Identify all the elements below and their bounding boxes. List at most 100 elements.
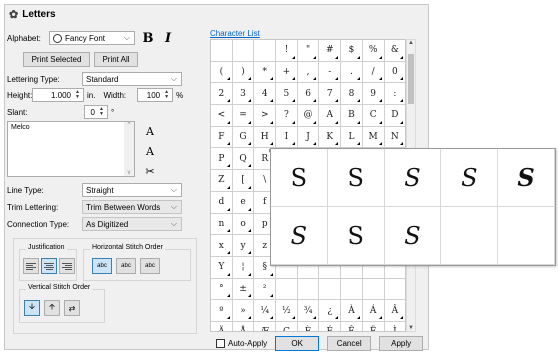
character-cell[interactable]: "	[297, 40, 320, 62]
stitch-center-out-button[interactable]: abc	[140, 258, 160, 274]
scrollbar-thumb[interactable]	[408, 54, 414, 104]
bold-button[interactable]: B	[139, 30, 157, 46]
character-cell[interactable]: 3	[232, 83, 255, 106]
character-list-link[interactable]: Character List	[210, 29, 260, 38]
character-cell[interactable]: d	[211, 191, 233, 214]
character-cell[interactable]: !	[276, 40, 298, 62]
character-cell[interactable]: F	[211, 126, 233, 149]
auto-apply-checkbox[interactable]: Auto-Apply	[216, 338, 267, 348]
character-cell[interactable]: À	[341, 300, 363, 322]
print-selected-button[interactable]: Print Selected	[23, 52, 90, 67]
character-cell[interactable]: ?	[276, 105, 298, 127]
text-scrollbar[interactable]: ^ v	[124, 122, 134, 176]
apply-button[interactable]: Apply	[379, 335, 424, 351]
character-cell[interactable]: É	[319, 321, 342, 331]
character-cell[interactable]: [	[232, 170, 255, 192]
ok-button[interactable]: OK	[275, 335, 320, 351]
character-cell[interactable]: Å	[233, 321, 255, 331]
character-cell[interactable]	[276, 278, 298, 301]
glyph-variant[interactable]: S	[384, 149, 442, 207]
character-cell[interactable]: @	[297, 105, 320, 127]
stitch-swap-button[interactable]: ⇄	[64, 300, 80, 316]
character-cell[interactable]: <	[211, 105, 233, 127]
character-cell[interactable]: o	[232, 213, 255, 236]
glyph-variant[interactable]: S	[441, 149, 499, 207]
glyph-variant[interactable]: S	[271, 149, 328, 207]
character-cell[interactable]	[341, 278, 363, 301]
italic-button[interactable]: I	[159, 30, 177, 46]
character-cell[interactable]: K	[319, 126, 342, 149]
character-cell[interactable]: ²	[254, 278, 277, 301]
character-cell[interactable]: 6	[297, 83, 320, 106]
character-cell[interactable]: Y	[211, 256, 233, 279]
spin-arrows-icon[interactable]: ▲ ▼	[162, 90, 171, 100]
character-cell[interactable]: Ë	[363, 321, 385, 331]
character-cell[interactable]: »	[232, 300, 255, 322]
character-cell[interactable]: +	[276, 61, 298, 84]
character-cell[interactable]: ½	[276, 300, 298, 322]
character-cell[interactable]: Á	[362, 300, 385, 322]
character-cell[interactable]: L	[341, 126, 363, 149]
stitch-right-to-left-button[interactable]: abc	[116, 258, 136, 274]
character-cell[interactable]: x	[211, 235, 233, 257]
glyph-variant[interactable]: S	[327, 207, 385, 265]
character-cell[interactable]: 4	[254, 83, 277, 106]
character-cell[interactable]: Ä	[211, 321, 233, 331]
character-cell[interactable]: N	[384, 127, 405, 149]
character-cell[interactable]: ¿	[319, 300, 342, 322]
character-cell[interactable]: Q	[232, 148, 255, 171]
character-cell[interactable]: 2	[211, 83, 233, 106]
character-cell[interactable]: È	[298, 321, 320, 331]
character-cell[interactable]: 7	[319, 83, 342, 106]
character-cell[interactable]: .	[341, 61, 363, 84]
character-cell[interactable]	[319, 278, 342, 301]
character-cell[interactable]: )	[232, 61, 255, 84]
character-cell[interactable]: ¼	[254, 300, 277, 322]
character-cell[interactable]: A	[319, 105, 342, 127]
stitch-left-to-right-button[interactable]: abc	[92, 258, 112, 274]
character-cell[interactable]: 8	[341, 83, 363, 106]
character-cell[interactable]: ¦	[232, 256, 255, 279]
character-cell[interactable]: H	[254, 126, 277, 149]
character-cell[interactable]: C	[362, 105, 385, 127]
character-cell[interactable]: ¾	[297, 300, 320, 322]
glyph-variant[interactable]: S	[327, 149, 385, 207]
line-type-select[interactable]: Straight ⌵	[82, 183, 182, 197]
character-cell[interactable]: #	[319, 40, 342, 62]
width-stepper[interactable]: 100 ▲ ▼	[137, 88, 174, 102]
text-style-a-icon[interactable]: A	[141, 123, 159, 139]
stitch-down-button[interactable]: 🡫	[24, 300, 40, 316]
character-cell[interactable]: º	[211, 300, 233, 322]
character-cell[interactable]	[297, 278, 320, 301]
character-cell[interactable]: -	[319, 61, 342, 84]
glyph-variant-empty[interactable]	[498, 207, 555, 265]
height-stepper[interactable]: 1.000 ▲ ▼	[32, 88, 84, 102]
auto-apply-check[interactable]	[216, 338, 225, 348]
character-cell[interactable]: $	[341, 40, 363, 62]
connection-type-select[interactable]: As Digitized ⌵	[82, 217, 182, 231]
character-cell[interactable]: G	[232, 126, 255, 149]
character-cell[interactable]: Ê	[341, 321, 363, 331]
chevron-down-icon[interactable]: ▼	[407, 325, 415, 331]
character-cell[interactable]: /	[362, 61, 385, 84]
align-center-button[interactable]	[41, 258, 57, 274]
character-cell[interactable]: J	[297, 126, 320, 149]
print-all-button[interactable]: Print All	[94, 52, 138, 67]
scissors-icon[interactable]: ✂	[141, 163, 159, 179]
trim-lettering-select[interactable]: Trim Between Words ⌵	[82, 200, 182, 214]
glyph-variant-empty[interactable]	[441, 207, 499, 265]
align-left-button[interactable]	[23, 258, 39, 274]
character-cell[interactable]: P	[211, 148, 233, 171]
lettering-text-input[interactable]: Melco ^ v	[7, 121, 135, 177]
glyph-variant[interactable]: S	[384, 207, 442, 265]
chevron-up-icon[interactable]: ▲	[407, 40, 415, 46]
character-cell[interactable]: =	[232, 105, 255, 127]
character-cell[interactable]: ±	[232, 278, 255, 301]
character-cell[interactable]: (	[211, 61, 233, 84]
character-cell[interactable]: 9	[362, 83, 385, 106]
character-cell[interactable]: Ç	[276, 321, 298, 331]
character-cell[interactable]	[384, 279, 405, 301]
alphabet-select[interactable]: Fancy Font ⌵	[49, 31, 135, 45]
character-cell[interactable]	[254, 40, 277, 62]
align-right-button[interactable]	[59, 258, 75, 274]
